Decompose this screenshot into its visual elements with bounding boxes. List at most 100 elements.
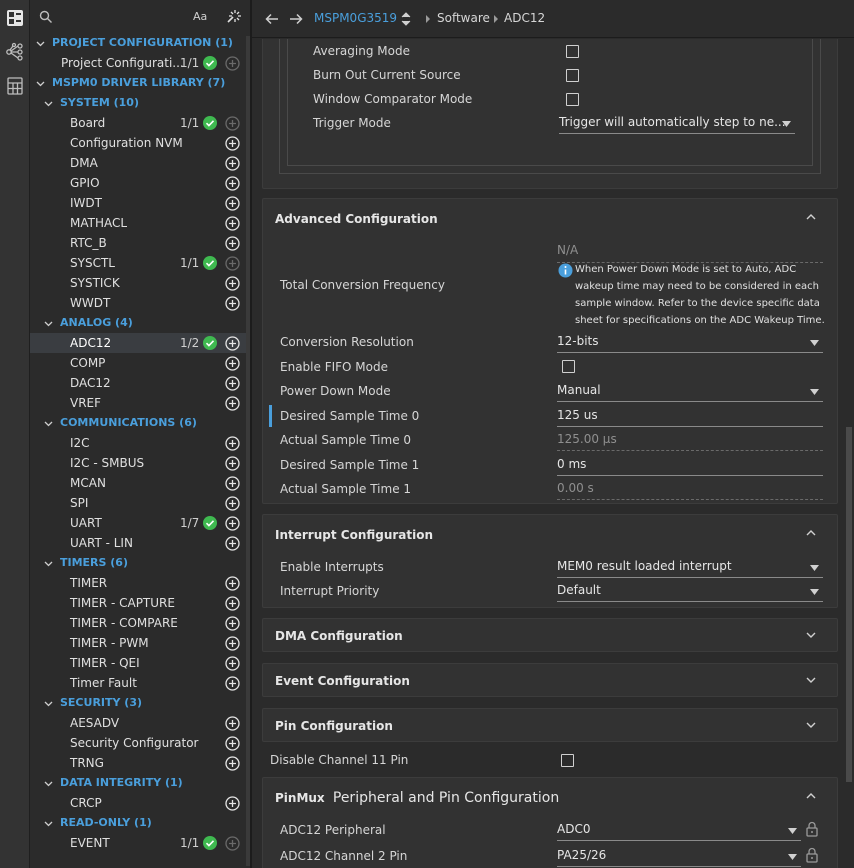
chevron-down-icon[interactable] bbox=[806, 676, 816, 684]
topology-view-icon[interactable] bbox=[5, 42, 25, 62]
add-instance-icon[interactable] bbox=[225, 616, 240, 631]
software-view-icon[interactable] bbox=[5, 8, 25, 28]
add-instance-icon[interactable] bbox=[225, 716, 240, 731]
add-instance-icon[interactable] bbox=[225, 216, 240, 231]
tree-item-spi[interactable]: SPI bbox=[30, 493, 250, 513]
add-instance-icon[interactable] bbox=[225, 256, 240, 271]
trigger-mode-select[interactable]: Trigger will automatically step to ne... bbox=[559, 113, 795, 134]
tree-item-event[interactable]: EVENT 1/1 bbox=[30, 833, 250, 853]
disable-channel-11-checkbox[interactable] bbox=[561, 754, 574, 767]
breadcrumb-software[interactable]: Software bbox=[437, 11, 490, 25]
add-instance-icon[interactable] bbox=[225, 396, 240, 411]
add-instance-icon[interactable] bbox=[225, 836, 240, 851]
add-instance-icon[interactable] bbox=[225, 756, 240, 771]
device-updown-icon[interactable] bbox=[401, 12, 411, 26]
tree-category-communications-6[interactable]: COMMUNICATIONS (6) bbox=[30, 413, 250, 433]
dropdown-caret-icon[interactable] bbox=[810, 389, 819, 395]
breadcrumb-adc12[interactable]: ADC12 bbox=[504, 11, 545, 25]
add-instance-icon[interactable] bbox=[225, 496, 240, 511]
tree-item-trng[interactable]: TRNG bbox=[30, 753, 250, 773]
power-down-mode-select[interactable]: Manual bbox=[557, 381, 823, 402]
add-instance-icon[interactable] bbox=[225, 456, 240, 471]
add-instance-icon[interactable] bbox=[225, 276, 240, 291]
chevron-down-icon[interactable] bbox=[36, 79, 45, 88]
chevron-up-icon[interactable] bbox=[806, 792, 816, 800]
averaging-mode-checkbox[interactable] bbox=[566, 45, 579, 58]
chevron-down-icon[interactable] bbox=[806, 631, 816, 639]
calculator-view-icon[interactable] bbox=[5, 76, 25, 96]
main-scrollbar[interactable] bbox=[846, 427, 852, 782]
dropdown-caret-icon[interactable] bbox=[782, 121, 791, 127]
add-instance-icon[interactable] bbox=[225, 576, 240, 591]
sidebar-scrollbar[interactable] bbox=[246, 36, 250, 866]
add-instance-icon[interactable] bbox=[225, 376, 240, 391]
enable-interrupts-select[interactable]: MEM0 result loaded interrupt bbox=[557, 557, 823, 578]
enable-fifo-mode-checkbox[interactable] bbox=[562, 359, 575, 373]
tree-item-wwdt[interactable]: WWDT bbox=[30, 293, 250, 313]
tree-item-comp[interactable]: COMP bbox=[30, 353, 250, 373]
dropdown-caret-icon[interactable] bbox=[810, 340, 819, 346]
add-instance-icon[interactable] bbox=[225, 116, 240, 131]
add-instance-icon[interactable] bbox=[225, 736, 240, 751]
chevron-up-icon[interactable] bbox=[806, 529, 816, 537]
dropdown-caret-icon[interactable] bbox=[810, 589, 819, 595]
burn-out-current-source-checkbox[interactable] bbox=[566, 69, 579, 82]
chevron-down-icon[interactable] bbox=[44, 699, 53, 708]
search-icon[interactable] bbox=[39, 10, 53, 24]
tree-category-project-configuration-1[interactable]: PROJECT CONFIGURATION (1) bbox=[30, 33, 250, 53]
add-instance-icon[interactable] bbox=[225, 636, 240, 651]
tree-category-security-3[interactable]: SECURITY (3) bbox=[30, 693, 250, 713]
add-instance-icon[interactable] bbox=[225, 136, 240, 151]
back-arrow-icon[interactable] bbox=[264, 11, 280, 27]
add-instance-icon[interactable] bbox=[225, 156, 240, 171]
add-instance-icon[interactable] bbox=[225, 656, 240, 671]
add-instance-icon[interactable] bbox=[225, 796, 240, 811]
tree-category-data-integrity-1[interactable]: DATA INTEGRITY (1) bbox=[30, 773, 250, 793]
tree-item-timer-qei[interactable]: TIMER - QEI bbox=[30, 653, 250, 673]
tree-item-i2c-smbus[interactable]: I2C - SMBUS bbox=[30, 453, 250, 473]
tree-item-uart[interactable]: UART 1/7 bbox=[30, 513, 250, 533]
tree-item-security-configurator[interactable]: Security Configurator bbox=[30, 733, 250, 753]
tree-category-mspm0-driver-library-7[interactable]: MSPM0 DRIVER LIBRARY (7) bbox=[30, 73, 250, 93]
add-instance-icon[interactable] bbox=[225, 536, 240, 551]
tree-item-rtc-b[interactable]: RTC_B bbox=[30, 233, 250, 253]
device-selector[interactable]: MSPM0G3519 bbox=[314, 11, 397, 25]
chevron-down-icon[interactable] bbox=[44, 419, 53, 428]
chevron-down-icon[interactable] bbox=[44, 99, 53, 108]
desired-sample-time-0-input[interactable]: 125 us bbox=[557, 406, 823, 427]
adc12-channel-2-pin-select[interactable]: PA25/26 bbox=[557, 846, 801, 867]
dropdown-caret-icon[interactable] bbox=[810, 565, 819, 571]
match-case-toggle[interactable]: Aa bbox=[193, 10, 207, 23]
add-instance-icon[interactable] bbox=[225, 356, 240, 371]
adc12-peripheral-select[interactable]: ADC0 bbox=[557, 820, 801, 841]
tree-item-timer-pwm[interactable]: TIMER - PWM bbox=[30, 633, 250, 653]
add-instance-icon[interactable] bbox=[225, 336, 240, 351]
dma-configuration-panel[interactable]: DMA Configuration bbox=[262, 618, 838, 652]
tree-category-read-only-1[interactable]: READ-ONLY (1) bbox=[30, 813, 250, 833]
chevron-down-icon[interactable] bbox=[44, 819, 53, 828]
tree-item-systick[interactable]: SYSTICK bbox=[30, 273, 250, 293]
add-instance-icon[interactable] bbox=[225, 176, 240, 191]
tree-item-gpio[interactable]: GPIO bbox=[30, 173, 250, 193]
add-instance-icon[interactable] bbox=[225, 596, 240, 611]
chevron-down-icon[interactable] bbox=[44, 779, 53, 788]
chevron-down-icon[interactable] bbox=[44, 319, 53, 328]
tree-item-configuration-nvm[interactable]: Configuration NVM bbox=[30, 133, 250, 153]
add-instance-icon[interactable] bbox=[225, 296, 240, 311]
chevron-down-icon[interactable] bbox=[36, 39, 45, 48]
tree-category-timers-6[interactable]: TIMERS (6) bbox=[30, 553, 250, 573]
tree-item-aesadv[interactable]: AESADV bbox=[30, 713, 250, 733]
tree-item-mcan[interactable]: MCAN bbox=[30, 473, 250, 493]
tree-item-mathacl[interactable]: MATHACL bbox=[30, 213, 250, 233]
tree-item-dac12[interactable]: DAC12 bbox=[30, 373, 250, 393]
add-instance-icon[interactable] bbox=[225, 476, 240, 491]
tree-item-uart-lin[interactable]: UART - LIN bbox=[30, 533, 250, 553]
filter-sparkle-icon[interactable] bbox=[226, 8, 242, 24]
tree-item-sysctl[interactable]: SYSCTL 1/1 bbox=[30, 253, 250, 273]
tree-item-board[interactable]: Board 1/1 bbox=[30, 113, 250, 133]
event-configuration-panel[interactable]: Event Configuration bbox=[262, 663, 838, 697]
chevron-down-icon[interactable] bbox=[806, 721, 816, 729]
add-instance-icon[interactable] bbox=[225, 236, 240, 251]
lock-icon[interactable] bbox=[805, 821, 819, 837]
tree-item-crcp[interactable]: CRCP bbox=[30, 793, 250, 813]
